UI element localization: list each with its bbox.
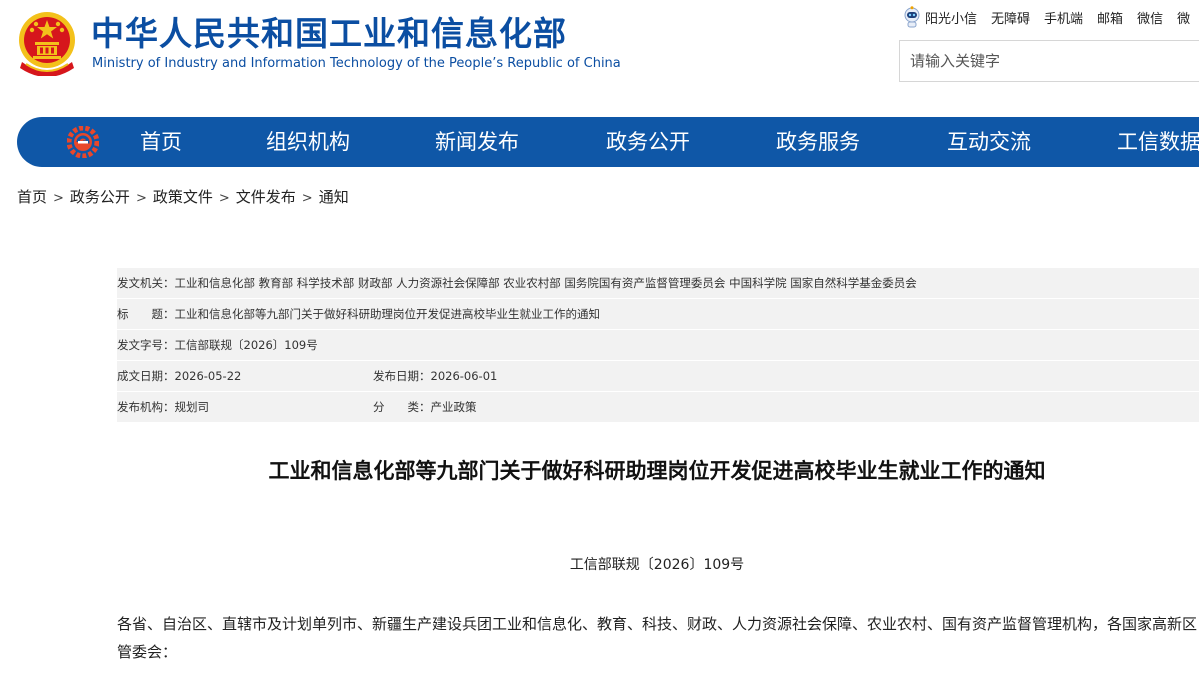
national-emblem-icon xyxy=(19,12,75,76)
info-row-doc-number: 发文字号：工信部联规〔2026〕109号 xyxy=(117,330,1199,361)
link-wechat[interactable]: 微信 xyxy=(1137,8,1163,27)
search-box xyxy=(899,40,1199,82)
breadcrumb-separator: > xyxy=(53,191,64,206)
site-title: 中华人民共和国工业和信息化部 xyxy=(91,14,567,53)
published-date-label: 发布日期： xyxy=(373,369,431,383)
article-doc-number: 工信部联规〔2026〕109号 xyxy=(569,557,745,573)
main-nav: 首页 组织机构 新闻发布 政务公开 政务服务 互动交流 工信数据 xyxy=(17,117,1199,167)
issuer-value: 工业和信息化部 教育部 科学技术部 财政部 人力资源社会保障部 农业农村部 国务… xyxy=(174,276,917,290)
top-links-bar: 阳光小信 无障碍 手机端 邮箱 微信 微 xyxy=(902,6,1199,28)
site-subtitle: Ministry of Industry and Information Tec… xyxy=(92,56,621,71)
category-value: 产业政策 xyxy=(430,400,477,414)
breadcrumb-separator: > xyxy=(218,191,230,206)
info-row-org-category: 发布机构：规划司 分 类：产业政策 xyxy=(117,392,1199,422)
breadcrumb-home[interactable]: 首页 xyxy=(17,188,47,206)
info-row-title: 标 题：工业和信息化部等九部门关于做好科研助理岗位开发促进高校毕业生就业工作的通… xyxy=(117,299,1199,330)
link-mobile[interactable]: 手机端 xyxy=(1044,8,1083,27)
breadcrumb-policy-documents[interactable]: 政策文件 xyxy=(153,188,213,206)
published-date-cell: 发布日期：2026-06-01 xyxy=(373,361,497,391)
title-value: 工业和信息化部等九部门关于做好科研助理岗位开发促进高校毕业生就业工作的通知 xyxy=(174,307,601,321)
nav-item-data[interactable]: 工信数据 xyxy=(1117,117,1199,167)
info-row-dates: 成文日期：2026-05-22 发布日期：2026-06-01 xyxy=(117,361,1199,392)
breadcrumb-government-affairs[interactable]: 政务公开 xyxy=(70,188,130,206)
title-label: 标 题： xyxy=(117,307,175,321)
link-sunshine-assistant[interactable]: 阳光小信 xyxy=(925,8,977,27)
doc-number-value: 工信部联规〔2026〕109号 xyxy=(174,338,318,352)
article-title: 工业和信息化部等九部门关于做好科研助理岗位开发促进高校毕业生就业工作的通知 xyxy=(268,459,1046,483)
nav-item-interaction[interactable]: 互动交流 xyxy=(947,117,1031,167)
robot-assistant-icon[interactable] xyxy=(902,6,922,28)
link-mailbox[interactable]: 邮箱 xyxy=(1097,8,1123,27)
info-row-issuer: 发文机关：工业和信息化部 教育部 科学技术部 财政部 人力资源社会保障部 农业农… xyxy=(117,268,1199,299)
created-date-value: 2026-05-22 xyxy=(174,369,242,383)
org-label: 发布机构： xyxy=(117,400,175,414)
article-paragraph: 各省、自治区、直辖市及计划单列市、新疆生产建设兵团工业和信息化、教育、科技、财政… xyxy=(117,615,1198,661)
org-value: 规划司 xyxy=(174,400,210,414)
published-date-value: 2026-06-01 xyxy=(430,369,498,383)
document-info-table: 发文机关：工业和信息化部 教育部 科学技术部 财政部 人力资源社会保障部 农业农… xyxy=(117,268,1199,422)
breadcrumb-notice[interactable]: 通知 xyxy=(319,188,349,206)
category-label: 分 类： xyxy=(373,400,431,414)
created-date-label: 成文日期： xyxy=(117,369,175,383)
miit-logo-icon[interactable] xyxy=(67,126,99,158)
breadcrumb-document-release[interactable]: 文件发布 xyxy=(236,188,296,206)
nav-item-government-services[interactable]: 政务服务 xyxy=(776,117,860,167)
category-cell: 分 类：产业政策 xyxy=(373,392,477,422)
issuer-label: 发文机关： xyxy=(117,276,175,290)
link-accessibility[interactable]: 无障碍 xyxy=(991,8,1030,27)
breadcrumb-separator: > xyxy=(135,191,147,206)
link-weibo[interactable]: 微 xyxy=(1177,8,1190,27)
nav-item-news[interactable]: 新闻发布 xyxy=(435,117,519,167)
breadcrumb-separator: > xyxy=(301,191,313,206)
nav-item-organization[interactable]: 组织机构 xyxy=(266,117,350,167)
doc-number-label: 发文字号： xyxy=(117,338,175,352)
nav-item-home[interactable]: 首页 xyxy=(140,117,182,167)
search-input[interactable] xyxy=(900,41,1199,81)
breadcrumb: 首页 > 政务公开 > 政策文件 > 文件发布 > 通知 xyxy=(17,187,349,209)
nav-item-government-affairs[interactable]: 政务公开 xyxy=(606,117,690,167)
